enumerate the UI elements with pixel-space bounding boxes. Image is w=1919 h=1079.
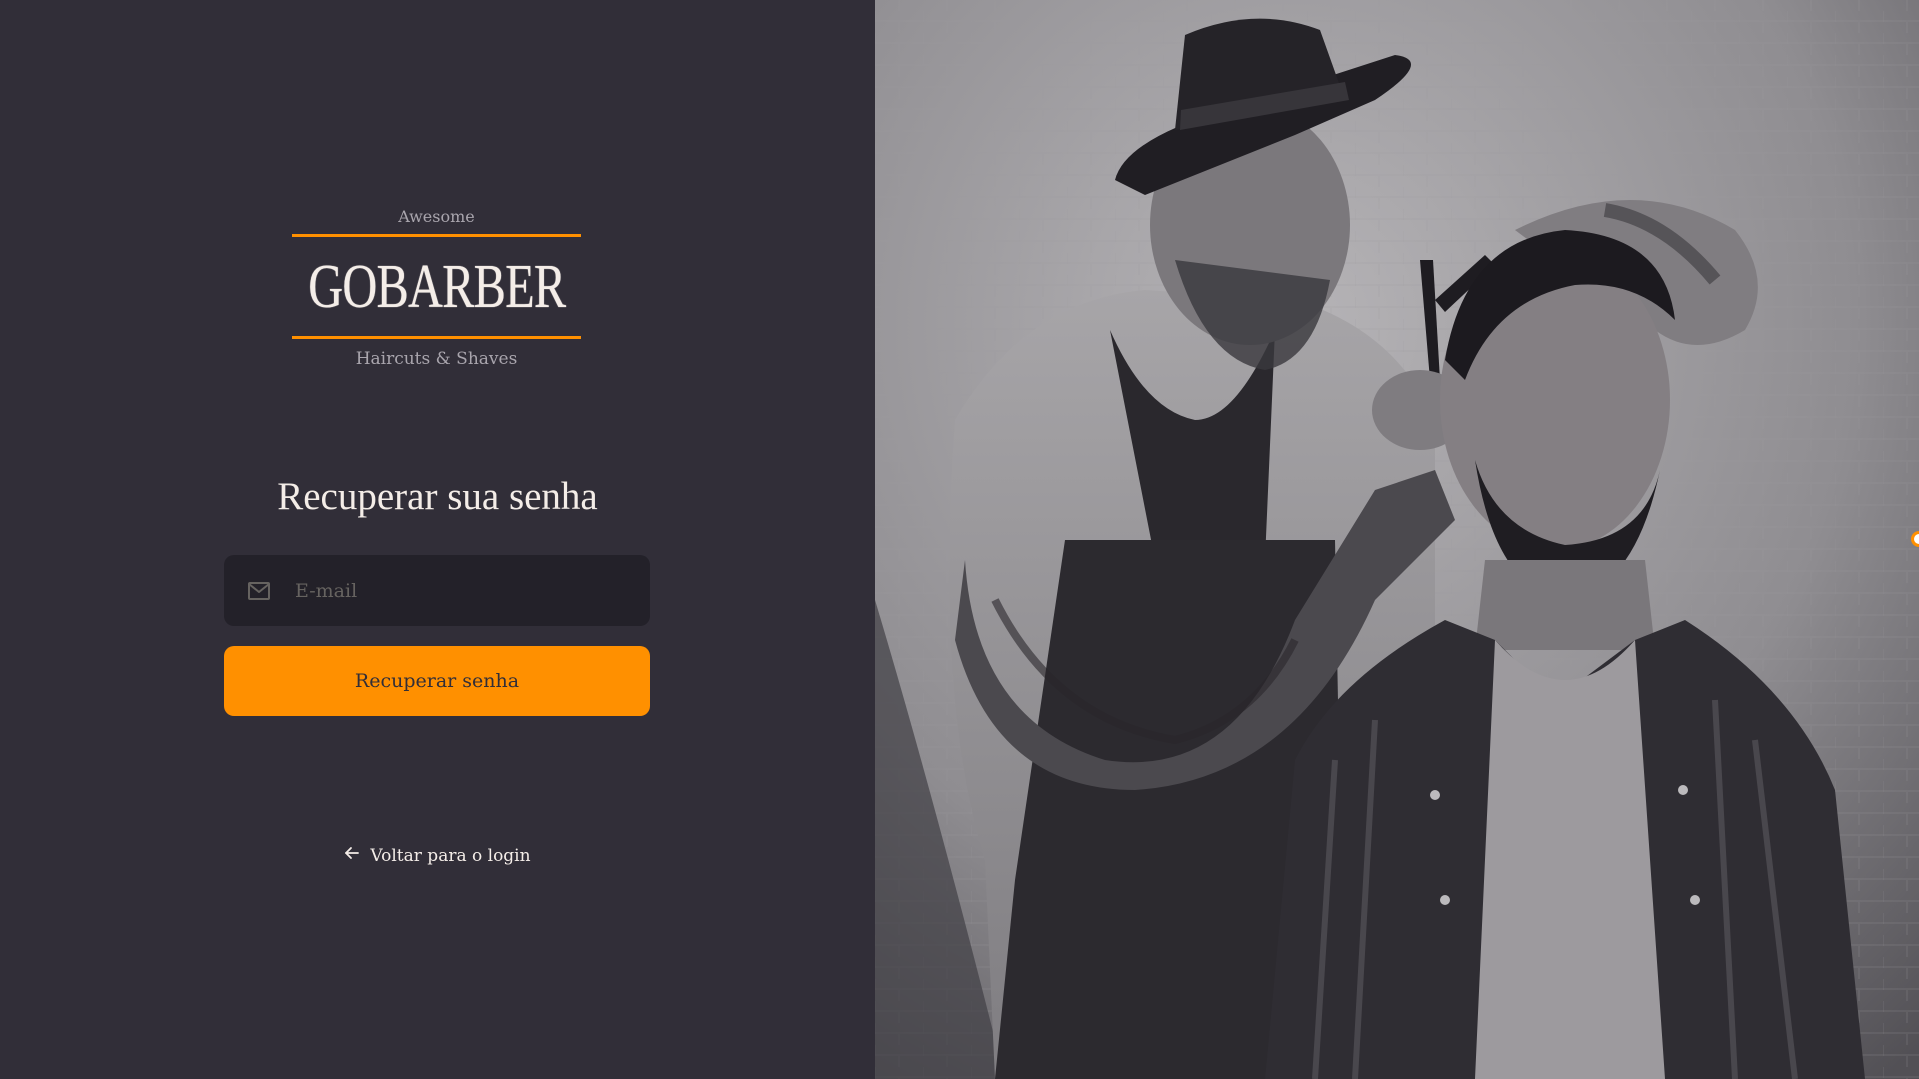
arrow-left-icon	[344, 845, 360, 866]
email-input[interactable]	[293, 578, 633, 603]
barber-photo-illustration	[875, 0, 1919, 1079]
back-link-label: Voltar para o login	[370, 845, 531, 866]
barber-photo	[875, 0, 1919, 1079]
recover-password-button[interactable]: Recuperar senha	[224, 646, 650, 716]
form-panel: Awesome GOBARBER Haircuts & Shaves Recup…	[0, 0, 875, 1079]
back-link-content: Voltar para o login	[344, 845, 531, 866]
gobarber-logo: Awesome GOBARBER Haircuts & Shaves	[292, 204, 581, 375]
back-to-login-link[interactable]: Voltar para o login	[0, 845, 875, 866]
mail-icon	[247, 579, 273, 603]
logo-wordmark: GOBARBER	[307, 252, 566, 321]
logo-tagline-top: Awesome	[398, 207, 475, 226]
logo-tagline-bottom: Haircuts & Shaves	[355, 349, 518, 369]
email-field-container[interactable]	[224, 555, 650, 626]
page-title: Recuperar sua senha	[277, 475, 598, 518]
forgot-password-page: Awesome GOBARBER Haircuts & Shaves Recup…	[0, 0, 1919, 1079]
logo-wordmark-row: GOBARBER	[292, 237, 581, 336]
